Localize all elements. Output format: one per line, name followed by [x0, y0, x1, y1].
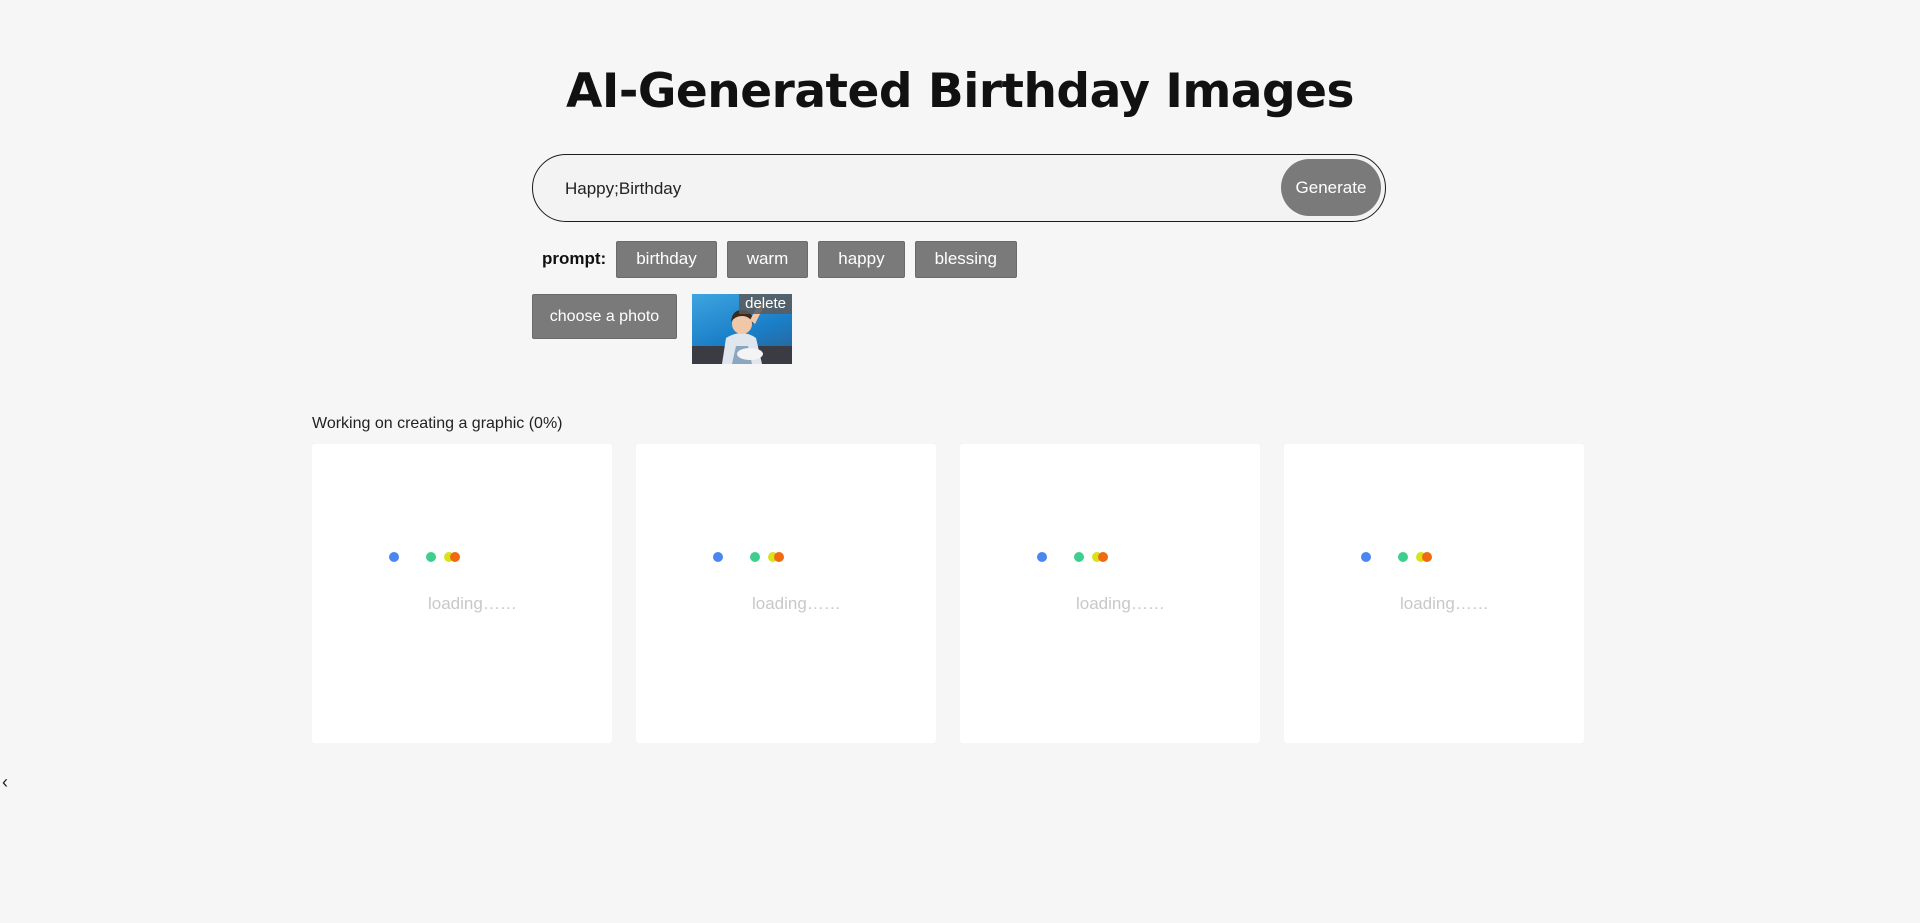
- image-card: loading……: [312, 444, 612, 743]
- loading-text: loading……: [428, 594, 517, 613]
- loader-dot: [713, 552, 723, 562]
- choose-photo-button[interactable]: choose a photo: [532, 294, 677, 339]
- image-card: loading……: [636, 444, 936, 743]
- loader-dot: [1074, 552, 1084, 562]
- loading-spinner: [389, 552, 469, 564]
- prompt-tag-warm[interactable]: warm: [726, 240, 809, 278]
- loader-dot: [750, 552, 760, 562]
- generation-status: Working on creating a graphic (0%): [312, 415, 563, 432]
- prompt-search-bar: Generate: [532, 154, 1386, 222]
- loader-dot: [1361, 552, 1371, 562]
- prompt-label: prompt:: [542, 249, 607, 268]
- prompt-tag-birthday[interactable]: birthday: [616, 240, 717, 278]
- loader-dot: [1037, 552, 1047, 562]
- delete-photo-button[interactable]: delete: [739, 294, 792, 314]
- generate-button[interactable]: Generate: [1281, 159, 1381, 216]
- loading-text: loading……: [752, 594, 841, 613]
- uploaded-photo-thumbnail: delete: [692, 294, 792, 364]
- prompt-input[interactable]: [563, 155, 1267, 222]
- image-card: loading……: [1284, 444, 1584, 743]
- page-title: AI-Generated Birthday Images: [565, 64, 1355, 119]
- prompt-tag-happy[interactable]: happy: [818, 240, 905, 278]
- prompt-tag-blessing[interactable]: blessing: [914, 240, 1017, 278]
- loader-dot: [450, 552, 460, 562]
- loader-dot: [774, 552, 784, 562]
- chevron-left-icon[interactable]: ‹: [2, 772, 8, 793]
- loader-dot: [1398, 552, 1408, 562]
- loader-dot: [426, 552, 436, 562]
- loading-text: loading……: [1400, 594, 1489, 613]
- loader-dot: [1422, 552, 1432, 562]
- loading-spinner: [713, 552, 793, 564]
- image-card: loading……: [960, 444, 1260, 743]
- loading-spinner: [1037, 552, 1117, 564]
- loader-dot: [1098, 552, 1108, 562]
- image-results-grid: loading…… loading…… loading…… loading……: [312, 444, 1584, 743]
- loader-dot: [389, 552, 399, 562]
- loading-spinner: [1361, 552, 1441, 564]
- prompt-tags-row: prompt: birthday warm happy blessing: [542, 240, 1017, 278]
- loading-text: loading……: [1076, 594, 1165, 613]
